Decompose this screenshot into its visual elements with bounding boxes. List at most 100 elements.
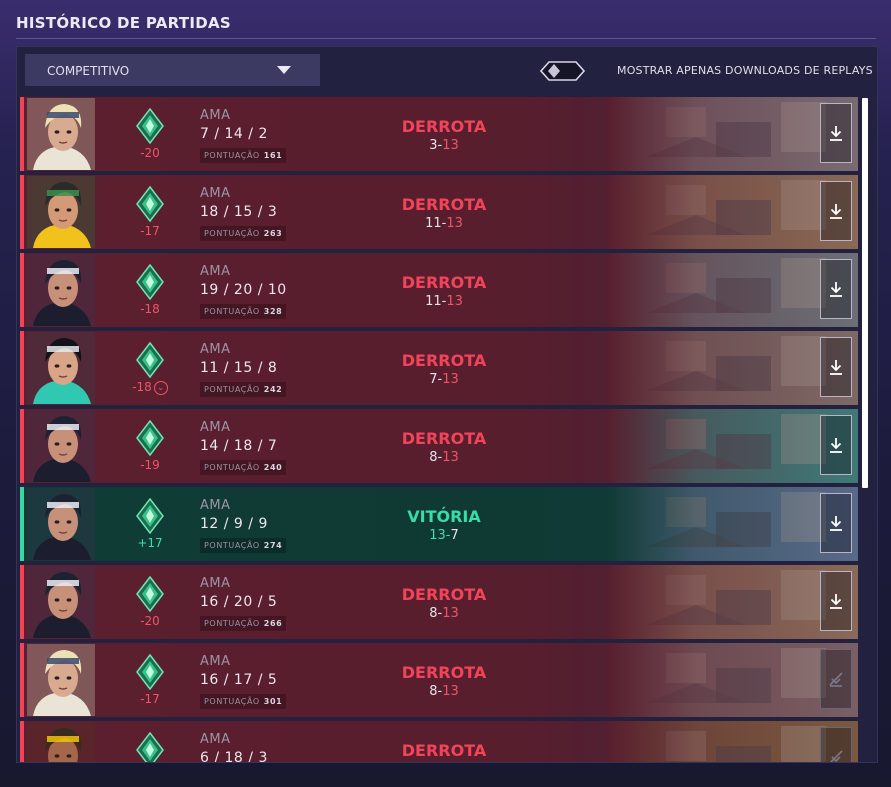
combat-score-label: PONTUAÇÃO: [204, 229, 260, 238]
replay-download-button[interactable]: [820, 727, 852, 762]
rank-icon: [135, 575, 165, 613]
combat-score-value: 301: [263, 697, 283, 706]
combat-score: PONTUAÇÃO 274: [200, 538, 287, 553]
round-score-team: 11: [425, 294, 442, 309]
combat-score: PONTUAÇÃO 242: [200, 382, 287, 397]
rank-icon: [135, 107, 165, 145]
replay-download-button[interactable]: [820, 649, 852, 709]
replay-download-button[interactable]: [820, 181, 852, 241]
kda: 18 / 15 / 3: [200, 204, 278, 220]
round-score: 8-13: [364, 450, 524, 465]
match-row[interactable]: AMA 6 / 18 / 3 DERROTA: [20, 721, 858, 762]
combat-score-value: 242: [263, 385, 283, 394]
agent-name: AMA: [200, 654, 231, 669]
combat-score-label: PONTUAÇÃO: [204, 697, 260, 706]
match-row[interactable]: +17 AMA 12 / 9 / 9 PONTUAÇÃO 274 VITÓRIA …: [20, 487, 858, 561]
rr-chevron-icon: ⌄: [153, 380, 168, 395]
rank-icon: [135, 497, 165, 535]
replay-filter-toggle[interactable]: [540, 61, 585, 81]
round-score-enemy: 13: [446, 216, 463, 231]
agent-name: AMA: [200, 732, 231, 747]
agent-portrait: [27, 566, 95, 638]
combat-score-label: PONTUAÇÃO: [204, 619, 260, 628]
replay-filter-label: MOSTRAR APENAS DOWNLOADS DE REPLAYS: [617, 64, 873, 77]
chevron-down-icon: [277, 66, 291, 74]
rr-change: -18 ⌄: [120, 380, 180, 395]
replay-download-button[interactable]: [820, 337, 852, 397]
kda: 7 / 14 / 2: [200, 126, 268, 142]
match-result: DERROTA: [401, 351, 487, 370]
combat-score: PONTUAÇÃO 161: [200, 148, 287, 163]
agent-portrait: [27, 332, 95, 404]
combat-score-label: PONTUAÇÃO: [204, 385, 260, 394]
replay-download-button[interactable]: [820, 571, 852, 631]
scrollbar[interactable]: [862, 98, 868, 488]
agent-name: AMA: [200, 264, 231, 279]
mode-dropdown-label: COMPETITIVO: [47, 64, 130, 78]
match-row[interactable]: -20 AMA 16 / 20 / 5 PONTUAÇÃO 266 DERROTA…: [20, 565, 858, 639]
rr-change: -18: [120, 302, 180, 316]
combat-score: PONTUAÇÃO 263: [200, 226, 287, 241]
match-row[interactable]: -18 AMA 19 / 20 / 10 PONTUAÇÃO 328 DERROT…: [20, 253, 858, 327]
rr-change: -20: [120, 146, 180, 160]
match-result: DERROTA: [401, 585, 487, 604]
round-score-enemy: 13: [442, 372, 459, 387]
round-score: 11-13: [364, 216, 524, 231]
match-row[interactable]: -19 AMA 14 / 18 / 7 PONTUAÇÃO 240 DERROTA…: [20, 409, 858, 483]
rr-change-value: -17: [140, 692, 160, 706]
round-score: 8-13: [364, 684, 524, 699]
kda: 16 / 17 / 5: [200, 672, 278, 688]
replay-download-button[interactable]: [820, 259, 852, 319]
match-result: DERROTA: [401, 663, 487, 682]
combat-score-label: PONTUAÇÃO: [204, 151, 260, 160]
match-row[interactable]: -17 AMA 16 / 17 / 5 PONTUAÇÃO 301 DERROTA…: [20, 643, 858, 717]
combat-score-label: PONTUAÇÃO: [204, 463, 260, 472]
agent-portrait: [27, 254, 95, 326]
agent-name: AMA: [200, 498, 231, 513]
combat-score-value: 266: [263, 619, 283, 628]
rank-icon: [135, 185, 165, 223]
combat-score-value: 328: [263, 307, 283, 316]
combat-score-value: 240: [263, 463, 283, 472]
rr-change: -20: [120, 614, 180, 628]
replay-download-button[interactable]: [820, 415, 852, 475]
round-score-team: 8: [429, 606, 438, 621]
replay-download-button[interactable]: [820, 103, 852, 163]
round-score-team: 8: [429, 450, 438, 465]
rr-change: -19: [120, 458, 180, 472]
round-score-enemy: 13: [446, 294, 463, 309]
rank-icon: [135, 263, 165, 301]
match-row[interactable]: -17 AMA 18 / 15 / 3 PONTUAÇÃO 263 DERROTA…: [20, 175, 858, 249]
agent-name: AMA: [200, 186, 231, 201]
agent-portrait: [27, 176, 95, 248]
match-row[interactable]: -20 AMA 7 / 14 / 2 PONTUAÇÃO 161 DERROTA …: [20, 97, 858, 171]
match-result: DERROTA: [401, 429, 487, 448]
combat-score-value: 274: [263, 541, 283, 550]
round-score: 11-13: [364, 294, 524, 309]
match-row[interactable]: -18 ⌄ AMA 11 / 15 / 8 PONTUAÇÃO 242 DERROT…: [20, 331, 858, 405]
round-score: 3-13: [364, 138, 524, 153]
mode-dropdown[interactable]: COMPETITIVO: [25, 54, 320, 86]
kda: 11 / 15 / 8: [200, 360, 278, 376]
agent-portrait: [27, 410, 95, 482]
page-title: HISTÓRICO DE PARTIDAS: [16, 14, 232, 32]
round-score-enemy: 7: [450, 528, 459, 543]
rr-change: +17: [120, 536, 180, 550]
kda: 12 / 9 / 9: [200, 516, 268, 532]
match-result: DERROTA: [401, 195, 487, 214]
combat-score: PONTUAÇÃO 240: [200, 460, 287, 475]
rr-change-value: -19: [140, 458, 160, 472]
rr-change: -17: [120, 692, 180, 706]
agent-portrait: [27, 644, 95, 716]
title-divider: [16, 38, 876, 39]
agent-portrait: [27, 722, 95, 762]
combat-score-label: PONTUAÇÃO: [204, 307, 260, 316]
rr-change: -17: [120, 224, 180, 238]
match-result: DERROTA: [401, 117, 487, 136]
replay-download-button[interactable]: [820, 493, 852, 553]
combat-score: PONTUAÇÃO 301: [200, 694, 287, 709]
combat-score: PONTUAÇÃO 266: [200, 616, 287, 631]
kda: 19 / 20 / 10: [200, 282, 287, 298]
round-score-team: 3: [429, 138, 438, 153]
rank-icon: [135, 653, 165, 691]
